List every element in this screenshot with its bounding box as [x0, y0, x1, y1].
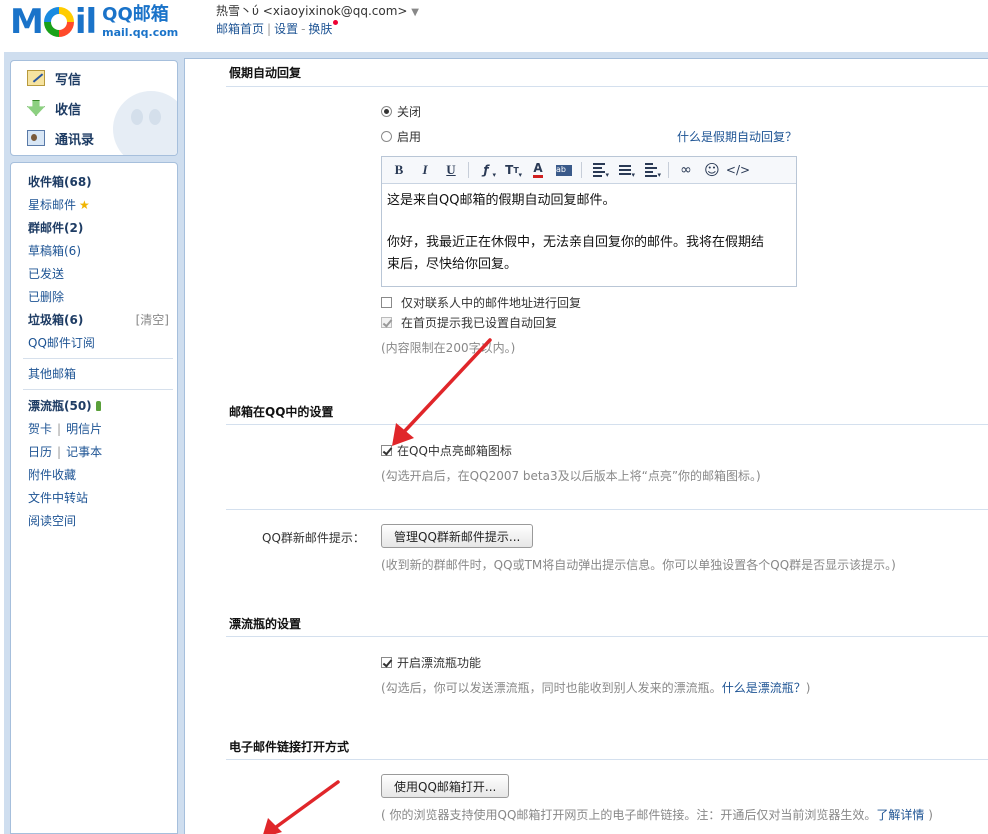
sidebar-item-calendar[interactable]: 日历 [28, 445, 52, 459]
font-size-icon[interactable]: T T ▾ [501, 160, 523, 180]
sidebar-item-sent[interactable]: 已发送 [28, 265, 64, 282]
sidebar-item-group-mail[interactable]: 群邮件(2) [28, 219, 83, 236]
new-dot-icon [333, 20, 339, 25]
sidebar-actions: 写信 收信 通讯录 [10, 60, 178, 156]
contacts-icon [27, 130, 45, 146]
sidebar-item-attachments[interactable]: 附件收藏 [28, 466, 76, 483]
homepage-notice-label: 在首页提示我已设置自动回复 [401, 316, 558, 330]
link-icon[interactable]: ∞ [675, 160, 697, 180]
sidebar-item-notebook[interactable]: 记事本 [66, 445, 102, 459]
section-divider [226, 759, 988, 760]
sidebar-item-deleted[interactable]: 已删除 [28, 288, 64, 305]
vacation-off-label: 关闭 [397, 105, 422, 119]
logo-title: QQ邮箱 [102, 4, 169, 25]
mail-home-link[interactable]: 邮箱首页 [216, 22, 264, 36]
logo-text: QQ邮箱 mail.qq.com [102, 4, 179, 39]
section-title-bottle: 漂流瓶的设置 [229, 617, 302, 631]
light-icon-hint: (勾选开启后，在QQ2007 beta3及以后版本上将“点亮”你的邮箱图标。) [381, 469, 761, 483]
change-skin-link[interactable]: 换肤 [308, 22, 332, 36]
auto-reply-content[interactable]: 这是来自QQ邮箱的假期自动回复邮件。 你好，我最近正在休假中，无法亲自回复你的邮… [387, 190, 792, 276]
star-icon: ★ [79, 198, 90, 212]
section-divider [226, 424, 988, 425]
group-mail-label: QQ群新邮件提示： [262, 531, 365, 545]
vacation-on-radio[interactable] [381, 131, 392, 142]
background-color-icon[interactable]: ab [553, 160, 575, 180]
header-nav: 邮箱首页 | 设置 - 换肤 [216, 20, 339, 37]
sidebar-item-cards-row: 贺卡 | 明信片 [28, 422, 103, 436]
light-icon-checkbox[interactable] [381, 445, 392, 456]
light-icon-label: 在QQ中点亮邮箱图标 [397, 444, 512, 458]
font-family-icon[interactable]: ƒ ▾ [475, 160, 497, 180]
manage-group-mail-button[interactable]: 管理QQ群新邮件提示... [381, 524, 534, 548]
bottle-help-link[interactable]: 什么是漂流瓶？ [722, 681, 806, 695]
logo-url: mail.qq.com [102, 26, 179, 39]
section-divider [226, 509, 988, 510]
user-name: 热雪丶ύ [216, 4, 259, 18]
enable-bottle-checkbox[interactable] [381, 657, 392, 668]
font-color-icon[interactable]: A [527, 160, 549, 180]
compose-button[interactable]: 写信 [27, 67, 81, 89]
sidebar-item-drafts[interactable]: 草稿箱(6) [28, 242, 81, 259]
align-icon[interactable]: ▾ [588, 160, 610, 180]
vacation-off-radio[interactable] [381, 106, 392, 117]
section-title-email-link: 电子邮件链接打开方式 [229, 740, 350, 754]
sidebar-divider [23, 389, 173, 390]
receive-button[interactable]: 收信 [27, 97, 81, 119]
group-mail-hint: (收到新的群邮件时，QQ或TM将自动弹出提示信息。你可以单独设置各个QQ群是否显… [381, 558, 896, 572]
vacation-on-label: 启用 [397, 130, 422, 144]
homepage-notice-checkbox[interactable] [381, 317, 392, 328]
clear-spam-link[interactable]: [清空] [136, 311, 169, 328]
contacts-only-label: 仅对联系人中的邮件地址进行回复 [401, 296, 582, 310]
sidebar-item-postcards[interactable]: 明信片 [66, 422, 102, 436]
qq-mail-logo[interactable]: Mil QQ邮箱 mail.qq.com [10, 2, 178, 42]
sidebar-item-spam[interactable]: 垃圾箱(6) [28, 311, 83, 328]
sidebar-item-cards[interactable]: 贺卡 [28, 422, 52, 436]
sidebar-item-subscriptions[interactable]: QQ邮件订阅 [28, 334, 95, 351]
sidebar-item-inbox[interactable]: 收件箱(68) [28, 173, 92, 190]
learn-more-link[interactable]: 了解详情 [876, 808, 924, 822]
enable-bottle-label: 开启漂流瓶功能 [397, 656, 482, 670]
use-qq-mail-button[interactable]: 使用QQ邮箱打开... [381, 774, 510, 798]
logo-o-icon [43, 7, 74, 37]
bold-icon[interactable]: B [388, 160, 410, 180]
html-source-icon[interactable]: </> [726, 160, 750, 180]
header: Mil QQ邮箱 mail.qq.com 热雪丶ύ <xiaoyixinok@q… [0, 0, 988, 52]
sidebar-item-other-mailbox[interactable]: 其他邮箱 [28, 365, 76, 382]
bottle-hint: (勾选后，你可以发送漂流瓶，同时也能收到别人发来的漂流瓶。什么是漂流瓶？) [381, 681, 811, 695]
vacation-help-link[interactable]: 什么是假期自动回复？ [677, 128, 797, 145]
bottle-icon [95, 401, 101, 411]
contacts-only-checkbox[interactable] [381, 297, 392, 308]
sidebar-divider [23, 358, 173, 359]
indent-icon[interactable]: ▾ [640, 160, 662, 180]
sidebar-item-file-transfer[interactable]: 文件中转站 [28, 489, 88, 506]
user-info: 热雪丶ύ <xiaoyixinok@qq.com> ▼ [216, 2, 419, 19]
section-title-qq-settings: 邮箱在QQ中的设置 [229, 405, 334, 419]
section-title-vacation: 假期自动回复 [229, 66, 302, 80]
italic-icon[interactable]: I [414, 160, 436, 180]
editor-toolbar: B I U ƒ ▾ T T ▾ A ab ▾ ▾ ▾ ∞ ☺ </> [382, 157, 796, 184]
settings-link[interactable]: 设置 [274, 22, 298, 36]
sidebar-item-drift-bottle[interactable]: 漂流瓶(50) [28, 397, 101, 414]
write-icon [27, 70, 45, 86]
contacts-button[interactable]: 通讯录 [27, 127, 94, 149]
sidebar-item-reading-space[interactable]: 阅读空间 [28, 512, 76, 529]
sidebar-item-starred[interactable]: 星标邮件 ★ [28, 196, 90, 213]
user-email: <xiaoyixinok@qq.com> [262, 4, 408, 18]
account-dropdown-icon[interactable]: ▼ [411, 7, 419, 18]
sidebar-item-calendar-row: 日历 | 记事本 [28, 445, 103, 459]
underline-icon[interactable]: U [440, 160, 462, 180]
emoticon-icon[interactable]: ☺ [701, 160, 723, 180]
sidebar-folders: 收件箱(68) 星标邮件 ★ 群邮件(2) 草稿箱(6) 已发送 已删除 垃圾箱(… [10, 162, 178, 834]
penguin-watermark-icon [113, 91, 177, 155]
list-icon[interactable]: ▾ [614, 160, 636, 180]
email-link-hint: ( 你的浏览器支持使用QQ邮箱打开网页上的电子邮件链接。注：开通后仅对当前浏览器… [381, 808, 933, 822]
inbox-icon [27, 100, 45, 116]
content-limit-hint: (内容限制在200字以内。) [381, 341, 516, 355]
logo-mail-wordmark: Mil [10, 2, 97, 42]
auto-reply-editor: B I U ƒ ▾ T T ▾ A ab ▾ ▾ ▾ ∞ ☺ </> 这是来自QQ邮箱… [381, 156, 797, 287]
section-divider [226, 636, 988, 637]
section-divider [226, 86, 988, 87]
